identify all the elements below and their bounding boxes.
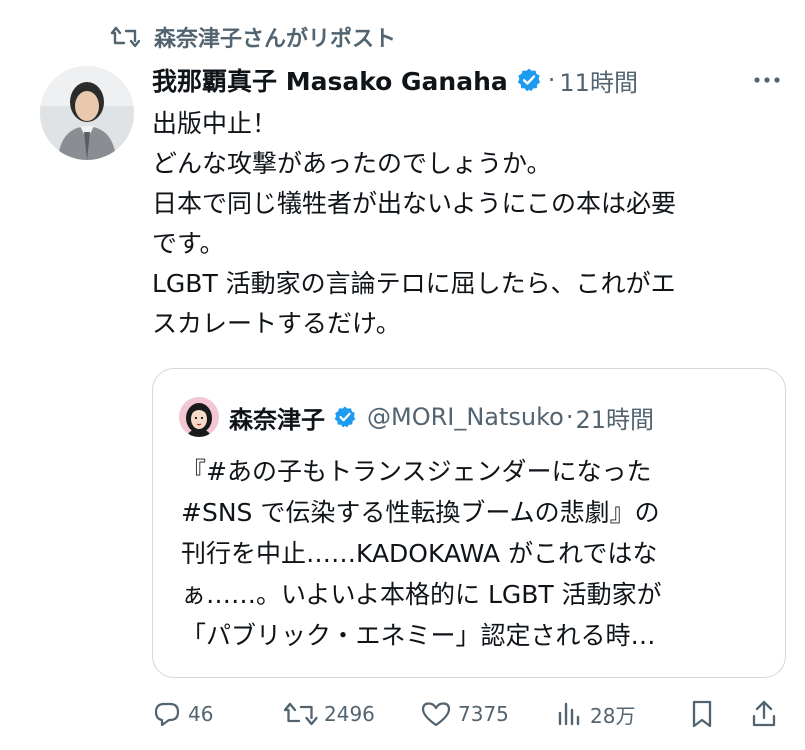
quote-handle: @MORI_Natsuko: [367, 403, 564, 431]
tweet-time[interactable]: 11時間: [559, 63, 638, 98]
like-count: 7375: [458, 702, 509, 726]
repost-count: 2496: [324, 702, 375, 726]
tweet-text-line: 出版中止！: [152, 109, 278, 138]
quote-header: 森奈津子 @MORI_Natsuko · 21時間: [179, 395, 654, 439]
share-icon: [752, 700, 776, 727]
quote-text-line: 刊行を中止……KADOKAWA がこれではな: [181, 539, 658, 568]
quote-text-line: 『#あの子もトランスジェンダーになった: [181, 457, 652, 486]
views-icon: [558, 702, 580, 726]
quote-text-line: #SNS で伝染する性転換ブームの悲劇』の: [181, 498, 660, 527]
quote-text: 『#あの子もトランスジェンダーになった #SNS で伝染する性転換ブームの悲劇』…: [181, 451, 771, 656]
like-button[interactable]: 7375: [420, 694, 509, 734]
action-bar: 46 2496 7375 28万: [152, 694, 792, 734]
bookmark-button[interactable]: [688, 694, 722, 734]
quote-text-line: ぁ……。いよいよ本格的に LGBT 活動家が: [181, 580, 662, 609]
verified-badge-icon[interactable]: [516, 67, 542, 93]
separator-dot: ·: [565, 403, 574, 431]
share-button[interactable]: [750, 694, 784, 734]
avatar[interactable]: [40, 66, 134, 160]
more-options-icon[interactable]: [750, 68, 784, 92]
tweet-text-line: スカレートするだけ。: [152, 309, 401, 338]
quote-author-name[interactable]: 森奈津子: [229, 400, 325, 435]
repost-indicator[interactable]: 森奈津子さんがリポスト: [110, 20, 396, 54]
reply-button[interactable]: 46: [152, 694, 213, 734]
views-count: 28万: [590, 703, 636, 728]
quote-time[interactable]: 21時間: [576, 400, 655, 435]
bookmark-icon: [692, 700, 712, 728]
tweet-text: 出版中止！ どんな攻撃があったのでしょうか。 日本で同じ犠牲者が出ないようにこの…: [152, 104, 792, 344]
heart-icon: [421, 702, 451, 727]
reply-icon: [154, 702, 180, 727]
verified-badge-icon[interactable]: [333, 405, 357, 429]
repost-icon: [283, 702, 318, 726]
quote-avatar-image: [179, 397, 219, 437]
tweet-text-line: です。: [152, 229, 225, 258]
repost-label: 森奈津子さんがリポスト: [154, 27, 397, 52]
reply-count: 46: [188, 702, 214, 726]
quote-text-line: 「パブリック・エネミー」認定される時…: [181, 621, 656, 650]
tweet-text-line: どんな攻撃があったのでしょうか。: [152, 149, 552, 178]
quote-tweet-card[interactable]: 森奈津子 @MORI_Natsuko · 21時間 『#あの子もトランスジェンダ…: [152, 368, 786, 678]
avatar-image: [40, 66, 134, 160]
repost-icon: [110, 26, 140, 48]
tweet-text-line: 日本で同じ犠牲者が出ないようにこの本は必要: [152, 189, 677, 218]
tweet-text-line: LGBT 活動家の言論テロに屈したら、これがエ: [152, 269, 676, 298]
tweet-header: 我那覇真子 Masako Ganaha · 11時間: [152, 60, 792, 100]
author-name[interactable]: 我那覇真子 Masako Ganaha: [152, 62, 508, 98]
separator-dot: ·: [547, 66, 556, 94]
repost-button[interactable]: 2496: [282, 694, 375, 734]
quote-avatar[interactable]: [179, 397, 219, 437]
views-button[interactable]: 28万: [554, 694, 635, 734]
